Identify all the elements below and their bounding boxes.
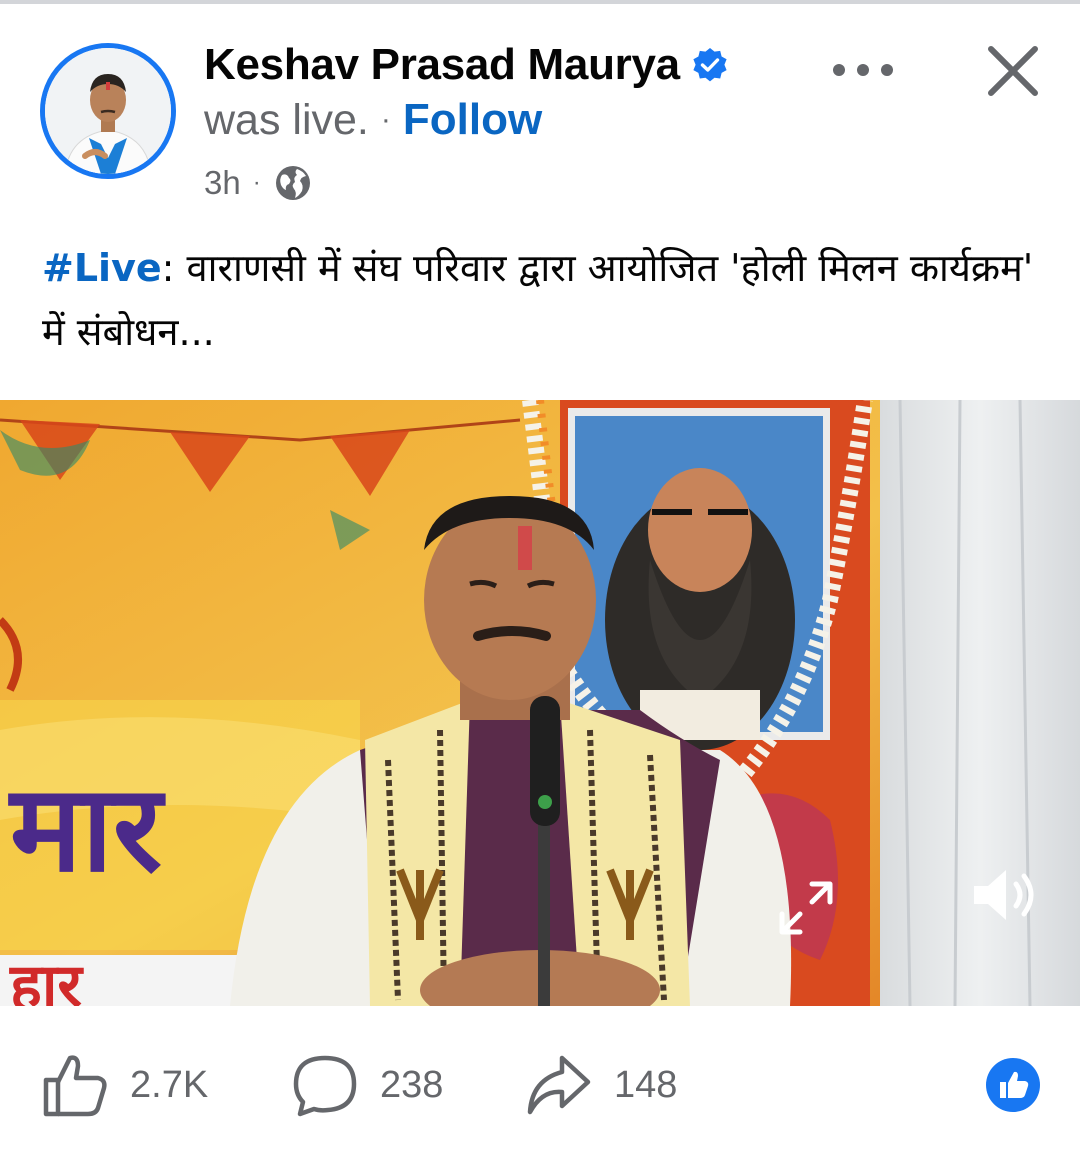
share-count: 148 (614, 1063, 678, 1106)
post-timestamp[interactable]: 3h (204, 164, 241, 202)
share-button[interactable]: 148 (524, 1050, 677, 1120)
video-frame: मार हार (0, 400, 1080, 1006)
expand-icon[interactable] (774, 876, 838, 940)
comment-button[interactable]: 238 (290, 1050, 443, 1120)
like-reaction-badge[interactable] (986, 1058, 1040, 1112)
like-icon (43, 1055, 107, 1117)
verified-badge-icon (693, 48, 727, 82)
follow-button[interactable]: Follow (403, 95, 542, 145)
svg-text:हार: हार (9, 951, 84, 1006)
share-icon (527, 1055, 591, 1115)
svg-text:मार: मार (8, 760, 166, 899)
top-divider (0, 0, 1080, 4)
post-caption: #Live: वाराणसी में संघ परिवार द्वारा आयो… (42, 236, 1042, 364)
volume-icon[interactable] (964, 860, 1044, 930)
more-horizontal-icon (833, 64, 893, 76)
hashtag-live[interactable]: #Live (42, 246, 162, 290)
close-button[interactable] (978, 36, 1048, 106)
author-avatar[interactable] (40, 43, 176, 179)
engagement-bar: 2.7K 238 148 (0, 1050, 1080, 1120)
author-name[interactable]: Keshav Prasad Maurya (204, 40, 680, 90)
globe-icon (275, 166, 310, 200)
close-icon (988, 46, 1038, 96)
caption-text: : वाराणसी में संघ परिवार द्वारा आयोजित '… (42, 246, 1034, 354)
separator: · (380, 103, 391, 136)
thumbs-up-icon (1000, 1071, 1029, 1098)
meta-separator: · (252, 169, 261, 196)
live-status-text: was live. (204, 95, 369, 144)
like-button[interactable]: 2.7K (40, 1050, 208, 1120)
like-count: 2.7K (130, 1063, 209, 1106)
more-options-button[interactable] (828, 50, 898, 90)
comment-icon (293, 1055, 357, 1117)
live-video-player[interactable]: मार हार (0, 400, 1080, 1006)
comment-count: 238 (380, 1063, 444, 1106)
